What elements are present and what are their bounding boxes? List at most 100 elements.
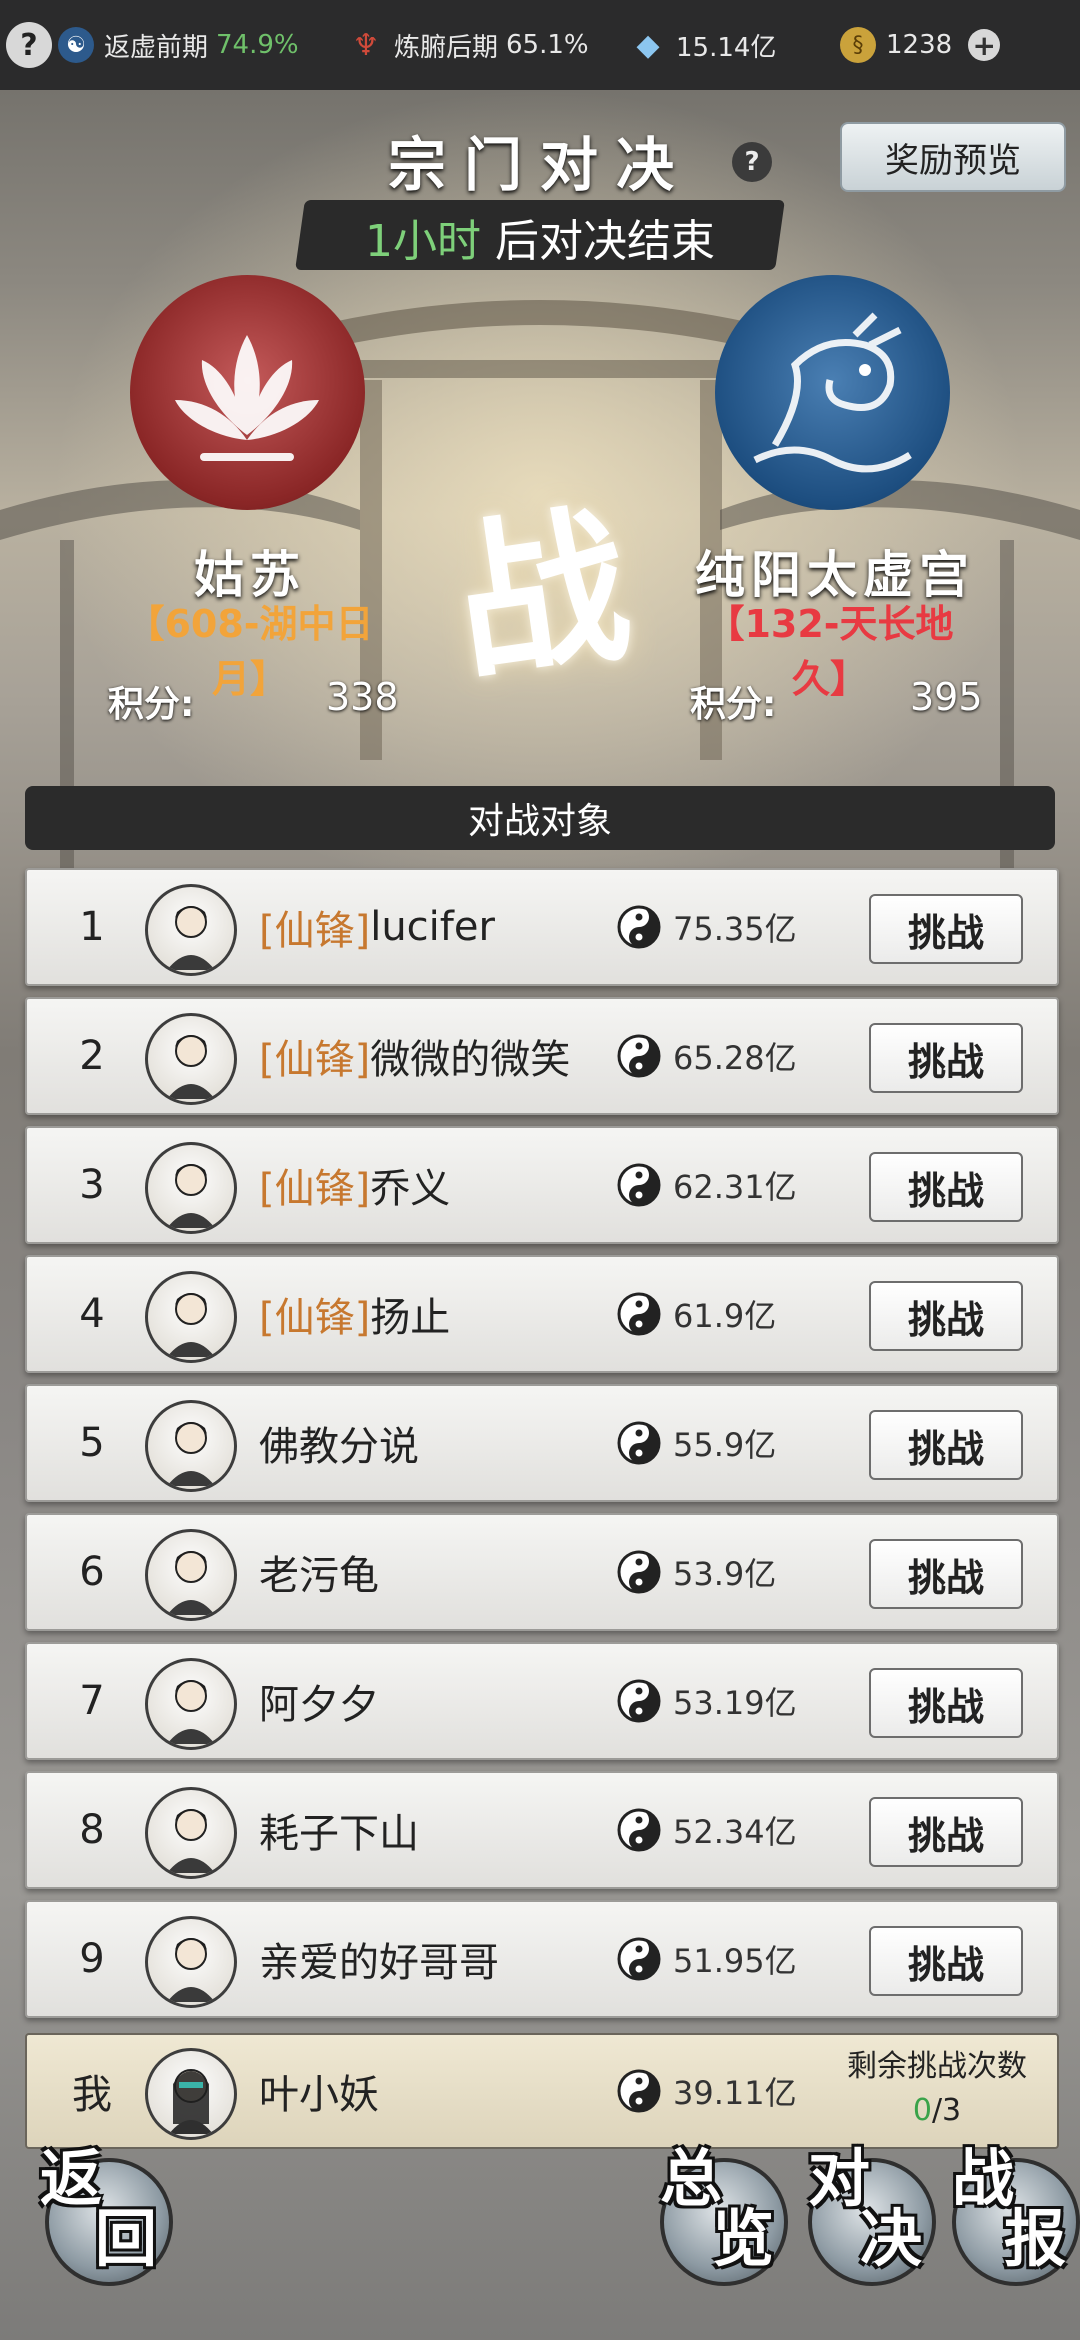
report-label-bottom: 报: [1004, 2202, 1067, 2275]
report-label-top: 战: [952, 2142, 1015, 2215]
opponent-row: 8 耗子下山 52.34亿 挑战: [25, 1771, 1059, 1889]
opponent-row: 5 佛教分说 55.9亿 挑战: [25, 1384, 1059, 1502]
remaining-used: 0: [912, 2093, 932, 2128]
trident-icon: ♆: [352, 27, 380, 63]
rules-help-icon[interactable]: ?: [732, 142, 772, 182]
opponent-row: 7 阿夕夕 53.19亿 挑战: [25, 1642, 1059, 1760]
countdown-value: 1小时: [365, 216, 481, 267]
taiji-power-icon: [617, 1034, 661, 1078]
opponent-power-value: 53.19亿: [673, 1684, 797, 1722]
challenge-button[interactable]: 挑战: [869, 1281, 1023, 1351]
challenge-button[interactable]: 挑战: [869, 1410, 1023, 1480]
countdown-suffix: 后对决结束: [495, 216, 715, 267]
crystal-icon: ◆: [636, 27, 660, 63]
opponent-tag: [仙锋]: [259, 1295, 371, 1341]
coin-icon: §: [840, 27, 876, 63]
opponent-power: 53.19亿: [617, 1644, 797, 1758]
opponent-name-text: 老污龟: [259, 1553, 379, 1599]
my-power: 39.11亿: [617, 2035, 797, 2147]
opponent-row: 4 [仙锋] 扬止 61.9亿 挑战: [25, 1255, 1059, 1373]
opponent-avatar[interactable]: [145, 1529, 237, 1621]
opponent-name: 耗子下山: [259, 1773, 419, 1887]
opponent-name-text: 微微的微笑: [370, 1037, 571, 1083]
opponent-tag: [仙锋]: [259, 1037, 371, 1083]
opponent-name: 老污龟: [259, 1515, 379, 1629]
remaining-label: 剩余挑战次数: [847, 2049, 1027, 2084]
remaining-challenges: 剩余挑战次数 0/3: [827, 2045, 1047, 2133]
realm-pct-2: 65.1%: [506, 30, 589, 60]
opponent-name: [仙锋] 微微的微笑: [259, 999, 570, 1113]
challenge-button[interactable]: 挑战: [869, 1152, 1023, 1222]
opponent-rank: 4: [79, 1291, 105, 1337]
dragon-emblem-icon: [715, 275, 950, 510]
opponent-power-value: 51.95亿: [673, 1942, 797, 1980]
realm-pct-1: 74.9%: [216, 30, 299, 60]
opponent-tag: [仙锋]: [259, 1166, 371, 1212]
opponent-avatar[interactable]: [145, 1013, 237, 1105]
opponent-power: 61.9亿: [617, 1257, 776, 1371]
opponent-rank: 5: [79, 1420, 105, 1466]
opponent-avatar[interactable]: [145, 1787, 237, 1879]
my-name: 叶小妖: [259, 2072, 379, 2118]
opponent-name-text: 亲爱的好哥哥: [259, 1940, 499, 1986]
remaining-total: /3: [931, 2093, 962, 2128]
plus-icon[interactable]: +: [968, 29, 1001, 62]
opponent-avatar[interactable]: [145, 1658, 237, 1750]
taiji-power-icon: [617, 2069, 661, 2113]
challenge-button[interactable]: 挑战: [869, 1539, 1023, 1609]
duel-label-bottom: 决: [860, 2202, 923, 2275]
realm-progress-2[interactable]: ♆ 炼腑后期 65.1%: [348, 0, 589, 90]
taiji-power-icon: [617, 1421, 661, 1465]
lotus-emblem-icon: [130, 275, 365, 510]
countdown-text: 1小时 后对决结束: [300, 205, 780, 269]
opponent-row: 3 [仙锋] 乔义 62.31亿 挑战: [25, 1126, 1059, 1244]
crystal-resource[interactable]: ◆ 15.14亿: [630, 0, 776, 90]
realm-progress-1[interactable]: ☯ 返虚前期 74.9%: [58, 0, 299, 90]
taiji-power-icon: [617, 1808, 661, 1852]
opponent-row: 9 亲爱的好哥哥 51.95亿 挑战: [25, 1900, 1059, 2018]
opponent-name-text: 佛教分说: [259, 1424, 419, 1470]
opponent-name-text: 乔义: [370, 1166, 451, 1212]
crystal-value: 15.14亿: [676, 32, 777, 63]
opponent-name-text: lucifer: [370, 904, 495, 950]
opponent-power: 52.34亿: [617, 1773, 797, 1887]
challenge-button[interactable]: 挑战: [869, 1926, 1023, 1996]
opponent-avatar[interactable]: [145, 1916, 237, 2008]
reward-preview-button[interactable]: 奖励预览: [840, 122, 1066, 192]
opponent-rank: 2: [79, 1033, 105, 1079]
opponent-row: 6 老污龟 53.9亿 挑战: [25, 1513, 1059, 1631]
overview-label-top: 总: [660, 2142, 723, 2215]
opponent-power: 62.31亿: [617, 1128, 797, 1242]
challenge-button[interactable]: 挑战: [869, 1023, 1023, 1093]
opponent-avatar[interactable]: [145, 884, 237, 976]
opponent-name: 阿夕夕: [259, 1644, 379, 1758]
opponent-power: 65.28亿: [617, 999, 797, 1113]
challenge-button[interactable]: 挑战: [869, 1797, 1023, 1867]
back-label-bottom: 回: [95, 2202, 158, 2275]
opponent-avatar[interactable]: [145, 1271, 237, 1363]
right-score-label: 积分:: [690, 684, 777, 725]
taiji-power-icon: [617, 1679, 661, 1723]
opponent-avatar[interactable]: [145, 1142, 237, 1234]
right-score-value: 395: [910, 675, 983, 719]
opponents-header: 对战对象: [25, 786, 1055, 850]
taiji-power-icon: [617, 1550, 661, 1594]
opponent-name-text: 扬止: [370, 1295, 451, 1341]
opponent-name-text: 耗子下山: [259, 1811, 419, 1857]
opponent-tag: [仙锋]: [259, 908, 371, 954]
opponent-rank: 1: [79, 904, 105, 950]
help-button[interactable]: ?: [6, 0, 52, 90]
coin-resource[interactable]: § 1238 +: [840, 0, 1001, 90]
opponent-row: 2 [仙锋] 微微的微笑 65.28亿 挑战: [25, 997, 1059, 1115]
opponent-power: 75.35亿: [617, 870, 797, 984]
duel-label-top: 对: [808, 2142, 871, 2215]
challenge-button[interactable]: 挑战: [869, 894, 1023, 964]
opponent-rank: 9: [79, 1936, 105, 1982]
challenge-button[interactable]: 挑战: [869, 1668, 1023, 1738]
my-rank: 我: [72, 2072, 112, 2118]
opponent-avatar[interactable]: [145, 1400, 237, 1492]
opponent-power-value: 61.9亿: [673, 1297, 777, 1335]
opponent-name: [仙锋] 乔义: [259, 1128, 450, 1242]
question-icon: ?: [6, 22, 52, 68]
opponent-power-value: 53.9亿: [673, 1555, 777, 1593]
